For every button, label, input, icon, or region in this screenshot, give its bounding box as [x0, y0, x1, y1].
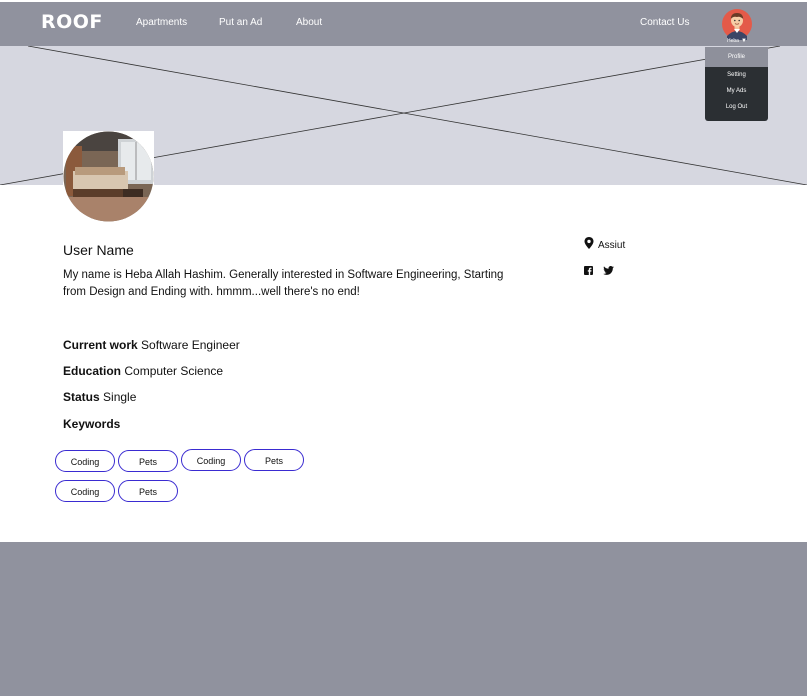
keyword-chip[interactable]: Pets: [244, 449, 304, 471]
keyword-chip[interactable]: Coding: [181, 449, 241, 471]
detail-current-work: Current work Software Engineer: [63, 338, 240, 352]
nav-link-contact-us[interactable]: Contact Us: [640, 17, 689, 28]
caret-down-icon[interactable]: ▼: [741, 38, 747, 44]
detail-label: Status: [63, 390, 100, 404]
keywords-label: Keywords: [63, 417, 121, 431]
keyword-chip[interactable]: Coding: [55, 480, 115, 502]
nav-link-about[interactable]: About: [296, 17, 322, 28]
logo[interactable]: ROOF: [41, 11, 103, 33]
detail-status: Status Single: [63, 390, 136, 404]
profile-picture[interactable]: [63, 131, 154, 222]
detail-label: Current work: [63, 338, 138, 352]
detail-value: Computer Science: [124, 364, 224, 378]
footer: [0, 542, 807, 696]
map-pin-icon: [584, 237, 594, 249]
dropdown-item-setting[interactable]: Setting: [705, 67, 768, 83]
keyword-chip[interactable]: Coding: [55, 450, 115, 472]
nav-link-apartments[interactable]: Apartments: [136, 17, 187, 28]
twitter-icon[interactable]: [603, 266, 615, 275]
location: Assiut: [584, 237, 625, 251]
user-name: User Name: [63, 242, 134, 258]
location-text: Assiut: [598, 240, 626, 251]
avatar-icon: [722, 9, 752, 40]
nav-link-put-an-ad[interactable]: Put an Ad: [219, 17, 262, 28]
facebook-icon[interactable]: [584, 266, 593, 275]
user-dropdown-menu: Profile Setting My Ads Log Out: [705, 47, 768, 121]
detail-value: Software Engineer: [141, 338, 240, 352]
dropdown-item-my-ads[interactable]: My Ads: [705, 83, 768, 99]
keywords-heading: Keywords: [63, 417, 120, 431]
navbar: ROOF Apartments Put an Ad About Contact …: [0, 0, 807, 46]
detail-value: Single: [103, 390, 137, 404]
detail-education: Education Computer Science: [63, 364, 223, 378]
user-avatar[interactable]: [721, 8, 753, 40]
dropdown-item-log-out[interactable]: Log Out: [705, 99, 768, 115]
user-caption[interactable]: Heba: [727, 38, 739, 44]
keyword-chip[interactable]: Pets: [118, 450, 178, 472]
dropdown-item-profile[interactable]: Profile: [705, 47, 768, 67]
detail-label: Education: [63, 364, 122, 378]
social-links: [584, 262, 615, 280]
keyword-chip[interactable]: Pets: [118, 480, 178, 502]
user-bio: My name is Heba Allah Hashim. Generally …: [63, 269, 504, 298]
